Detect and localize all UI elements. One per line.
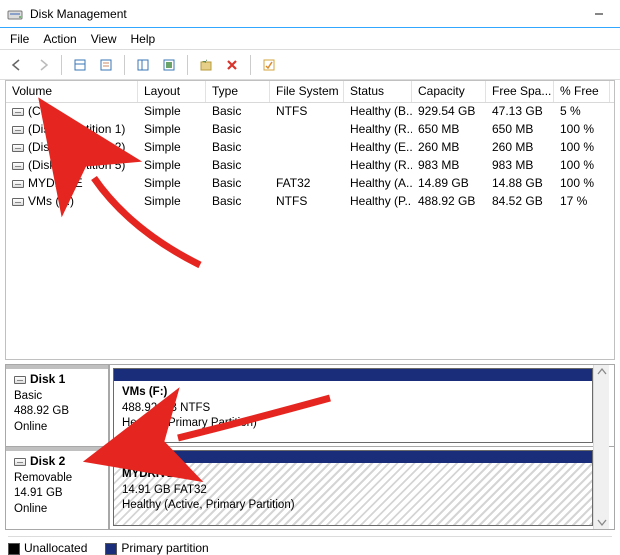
toolbar-btn-2[interactable] xyxy=(95,54,117,76)
partition[interactable]: MYDRIVE14.91 GB FAT32Healthy (Active, Pr… xyxy=(113,450,593,526)
col-volume[interactable]: Volume xyxy=(6,81,138,102)
partition[interactable]: VMs (F:)488.92 GB NTFSHealthy (Primary P… xyxy=(113,368,593,443)
menu-view[interactable]: View xyxy=(91,32,117,46)
disk-info[interactable]: Disk 2Removable14.91 GBOnline xyxy=(6,447,110,529)
col-layout[interactable]: Layout xyxy=(138,81,206,102)
drive-icon xyxy=(12,180,24,188)
drive-icon xyxy=(12,126,24,134)
table-row[interactable]: (Disk 0 partition 1)SimpleBasicHealthy (… xyxy=(6,121,614,139)
col-pct-free[interactable]: % Free xyxy=(554,81,610,102)
disk-icon xyxy=(14,458,26,466)
col-status[interactable]: Status xyxy=(344,81,412,102)
scrollbar[interactable] xyxy=(593,365,609,529)
toolbar-btn-3[interactable] xyxy=(132,54,154,76)
disk-area: VMs (F:)488.92 GB NTFSHealthy (Primary P… xyxy=(110,365,614,446)
refresh-button[interactable] xyxy=(195,54,217,76)
menu-help[interactable]: Help xyxy=(131,32,156,46)
table-row[interactable]: VMs (F:)SimpleBasicNTFSHealthy (P...488.… xyxy=(6,193,614,211)
forward-button[interactable] xyxy=(32,54,54,76)
table-row[interactable]: (C:)SimpleBasicNTFSHealthy (B...929.54 G… xyxy=(6,103,614,121)
column-headers: Volume Layout Type File System Status Ca… xyxy=(6,81,614,103)
disk-row: Disk 2Removable14.91 GBOnlineMYDRIVE14.9… xyxy=(6,447,614,529)
toolbar-btn-4[interactable] xyxy=(158,54,180,76)
disk-row: Disk 1Basic488.92 GBOnlineVMs (F:)488.92… xyxy=(6,365,614,447)
properties-button[interactable] xyxy=(258,54,280,76)
app-icon xyxy=(6,5,24,23)
legend: Unallocated Primary partition xyxy=(8,536,612,555)
table-row[interactable]: MYDRIVESimpleBasicFAT32Healthy (A...14.8… xyxy=(6,175,614,193)
toolbar-btn-1[interactable] xyxy=(69,54,91,76)
legend-unallocated: Unallocated xyxy=(8,541,87,555)
col-capacity[interactable]: Capacity xyxy=(412,81,486,102)
minimize-button[interactable] xyxy=(578,0,620,28)
window-controls xyxy=(578,0,620,28)
title-bar: Disk Management xyxy=(0,0,620,28)
drive-icon xyxy=(12,198,24,206)
toolbar xyxy=(0,50,620,80)
disk-info[interactable]: Disk 1Basic488.92 GBOnline xyxy=(6,365,110,446)
disk-area: MYDRIVE14.91 GB FAT32Healthy (Active, Pr… xyxy=(110,447,614,529)
menu-file[interactable]: File xyxy=(10,32,29,46)
col-type[interactable]: Type xyxy=(206,81,270,102)
volume-rows: (C:)SimpleBasicNTFSHealthy (B...929.54 G… xyxy=(6,103,614,211)
legend-primary: Primary partition xyxy=(105,541,208,555)
menu-bar: File Action View Help xyxy=(0,28,620,50)
volume-list: Volume Layout Type File System Status Ca… xyxy=(5,80,615,360)
col-filesystem[interactable]: File System xyxy=(270,81,344,102)
drive-icon xyxy=(12,162,24,170)
menu-action[interactable]: Action xyxy=(43,32,76,46)
col-free-space[interactable]: Free Spa... xyxy=(486,81,554,102)
drive-icon xyxy=(12,108,24,116)
window-title: Disk Management xyxy=(30,7,127,21)
drive-icon xyxy=(12,144,24,152)
back-button[interactable] xyxy=(6,54,28,76)
table-row[interactable]: (Disk 0 partition 5)SimpleBasicHealthy (… xyxy=(6,157,614,175)
disk-icon xyxy=(14,376,26,384)
table-row[interactable]: (Disk 0 partition 2)SimpleBasicHealthy (… xyxy=(6,139,614,157)
disk-graphical-view: Disk 1Basic488.92 GBOnlineVMs (F:)488.92… xyxy=(5,364,615,530)
delete-button[interactable] xyxy=(221,54,243,76)
